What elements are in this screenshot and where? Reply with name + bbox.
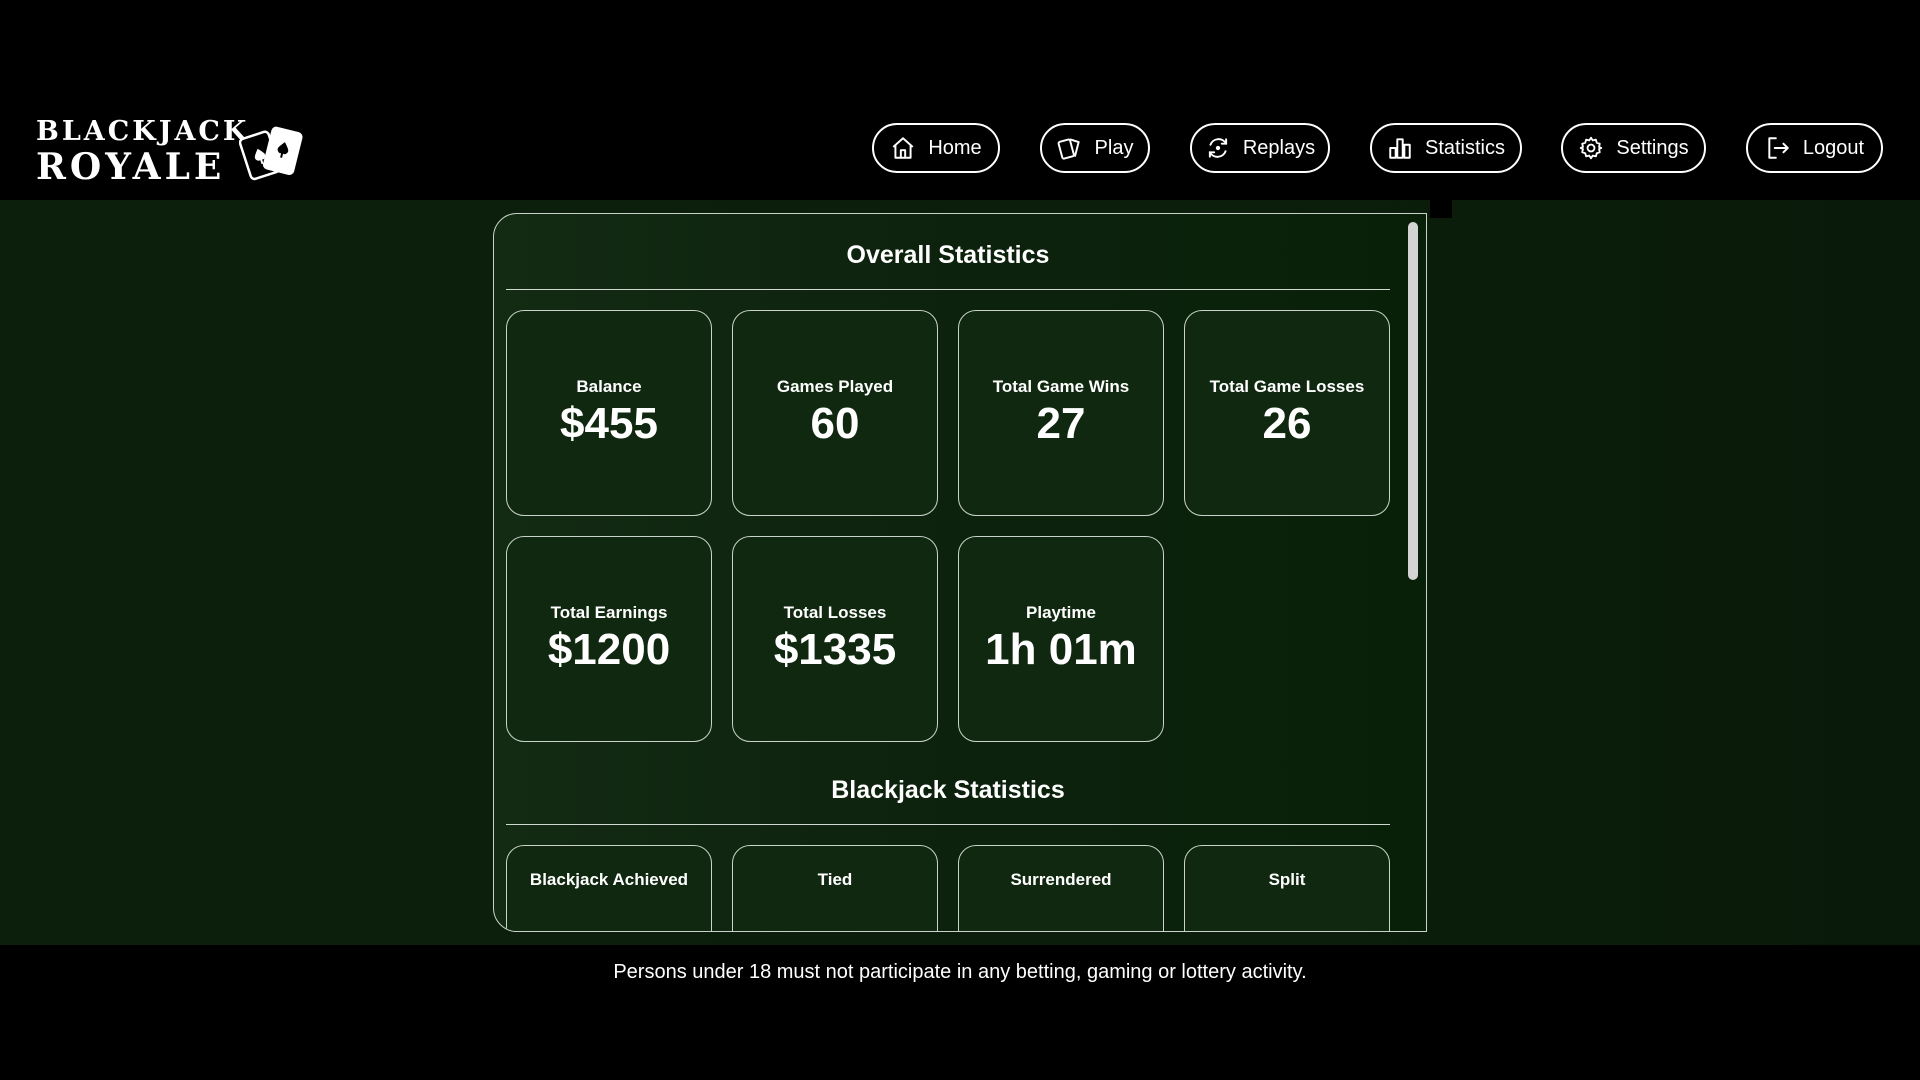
age-restriction-notice: Persons under 18 must not participate in… [613,961,1307,983]
stat-value: 1h 01m [985,625,1137,674]
statistics-page: BLACKJACK ROYALE Home Play Replays Stati… [0,0,1920,1080]
stat-label: Total Earnings [550,603,668,622]
panel-scrollbar[interactable] [1408,222,1418,922]
nav-logout-button[interactable]: Logout [1746,123,1883,173]
stat-label: Blackjack Achieved [529,870,689,889]
home-icon [892,137,914,159]
footer: Persons under 18 must not participate in… [0,945,1920,1080]
stat-value: $1200 [547,625,671,674]
stat-card-surrendered: Surrendered [958,845,1164,931]
nav-statistics-label: Statistics [1424,136,1506,159]
nav-statistics-button[interactable]: Statistics [1370,123,1522,173]
playing-cards-icon [239,126,303,181]
stat-label: Split [1268,870,1306,889]
cards-icon [1057,138,1080,160]
stat-card-total-losses: Total Losses $1335 [732,536,938,742]
replay-icon [1208,138,1227,158]
overall-statistics-title: Overall Statistics [846,241,1050,269]
stat-label: Surrendered [1010,870,1112,889]
stat-value: 27 [1036,399,1086,448]
stat-card-total-game-wins: Total Game Wins 27 [958,310,1164,516]
logo-text: BLACKJACK ROYALE [36,112,249,185]
stat-label: Playtime [1026,603,1096,622]
stat-value: $1335 [773,625,897,674]
nav-settings-button[interactable]: Settings [1561,123,1706,173]
stat-card-total-game-losses: Total Game Losses 26 [1184,310,1390,516]
overall-divider [506,289,1390,290]
stat-card-total-earnings: Total Earnings $1200 [506,536,712,742]
stat-card-playtime: Playtime 1h 01m [958,536,1164,742]
stat-card-games-played: Games Played 60 [732,310,938,516]
logo-line-1: BLACKJACK [36,116,250,147]
stat-label: Tied [817,870,853,889]
header-notch [1430,200,1452,218]
stat-value: 26 [1262,399,1312,448]
stat-label: Games Played [776,377,894,396]
stat-label: Total Game Wins [992,377,1130,396]
statistics-panel[interactable]: Overall Statistics Balance $455 Games Pl… [493,213,1427,932]
scrollbar-thumb[interactable] [1408,222,1418,580]
blackjack-divider [506,824,1390,825]
logo-line-2: ROYALE [36,146,226,188]
stat-card-blackjack-achieved: Blackjack Achieved [506,845,712,931]
stat-value: $455 [560,399,658,448]
nav-logout-label: Logout [1802,136,1865,159]
stat-card-tied: Tied [732,845,938,931]
stat-card-split: Split [1184,845,1390,931]
logo[interactable]: BLACKJACK ROYALE [36,112,306,192]
stat-label: Total Game Losses [1209,377,1365,396]
blackjack-statistics-title: Blackjack Statistics [831,776,1065,804]
gear-icon [1580,136,1603,160]
nav-replays-button[interactable]: Replays [1190,123,1330,173]
top-bar: BLACKJACK ROYALE Home Play Replays Stati… [0,0,1920,200]
stat-value: 60 [810,399,860,448]
nav-settings-label: Settings [1616,136,1689,159]
logout-icon [1768,137,1789,159]
stat-label: Balance [576,377,642,396]
stat-card-balance: Balance $455 [506,310,712,516]
stat-label: Total Losses [783,603,887,622]
nav-home-label: Home [928,136,982,159]
nav-home-button[interactable]: Home [872,123,1000,173]
bar-chart-icon [1389,138,1411,159]
nav-replays-label: Replays [1242,136,1316,159]
nav-play-button[interactable]: Play [1040,123,1150,173]
nav-play-label: Play [1094,136,1134,159]
